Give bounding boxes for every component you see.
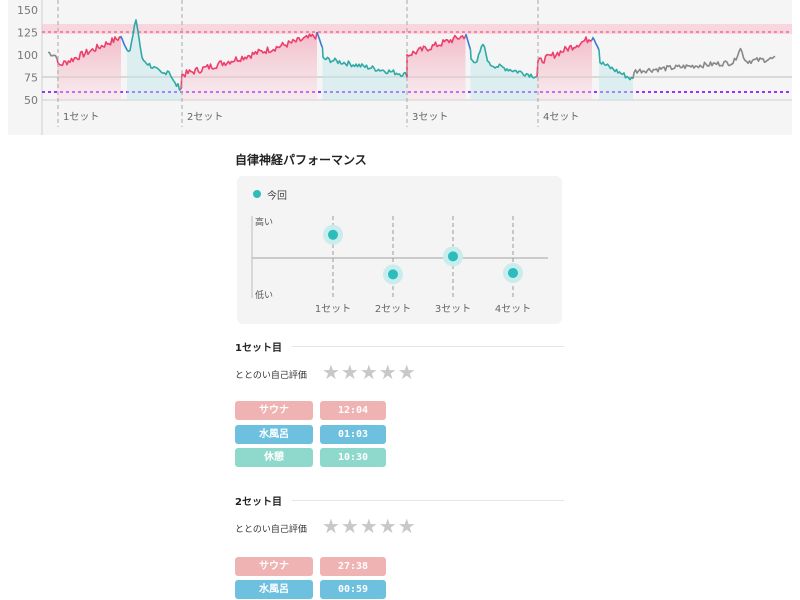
perf-x-tick-label: 1セット	[315, 303, 351, 315]
heart-rate-chart: 150 125 100 75 50 1セット 2セット 3セット 4セット	[8, 0, 792, 135]
water-trace	[120, 35, 128, 51]
set-2-star-rating[interactable]: ★★★★★	[322, 516, 417, 536]
set-2-heading: 2セット目	[235, 497, 282, 508]
set-1-sauna-time: 12:04	[320, 401, 386, 420]
perf-y-high-label: 高い	[255, 216, 273, 228]
water-trace	[464, 33, 472, 50]
set-2-water-time: 00:59	[320, 580, 386, 599]
set-1-divider	[292, 346, 564, 347]
perf-y-low-label: 低い	[255, 289, 273, 301]
performance-scatter: 高い 低い 1セット 2セット 3セット 4セット	[251, 216, 548, 315]
set-2-rating-label: ととのい自己評価	[235, 525, 307, 535]
set-2-sauna-time: 27:38	[320, 557, 386, 576]
perf-point	[448, 251, 458, 262]
set-1-sauna-label: サウナ	[235, 401, 313, 420]
after-trace	[47, 51, 58, 59]
autonomic-performance-title: 自律神経パフォーマンス	[235, 153, 367, 167]
autonomic-performance-card: 今回 高い 低い 1セット 2セット 3セット 4セット	[237, 176, 562, 324]
set-2-sauna-label: サウナ	[235, 557, 313, 576]
set-1-water-time: 01:03	[320, 425, 386, 444]
rest-area-fill	[470, 44, 537, 100]
y-tick-label: 150	[17, 4, 38, 17]
set-1-rest-label: 休憩	[235, 448, 313, 467]
set-1-water-label: 水風呂	[235, 425, 313, 444]
water-trace	[316, 31, 324, 49]
set-1-heading: 1セット目	[235, 343, 282, 354]
heart-rate-graph: 150 125 100 75 50 1セット 2セット 3セット 4セット	[17, 0, 792, 135]
set-label: 2セット	[187, 111, 223, 123]
sauna-area-fill	[57, 36, 121, 100]
set-1-star-rating[interactable]: ★★★★★	[322, 362, 417, 382]
set-2-water-label: 水風呂	[235, 580, 313, 599]
water-trace	[591, 36, 600, 51]
perf-x-tick-label: 4セット	[495, 303, 531, 315]
set-label: 4セット	[543, 111, 579, 123]
set-1-rating-label: ととのい自己評価	[235, 371, 307, 381]
perf-point	[328, 229, 338, 240]
set-2-divider	[292, 500, 564, 501]
perf-point	[508, 267, 518, 278]
after-trace	[632, 47, 776, 79]
y-tick-label: 125	[17, 27, 38, 40]
perf-x-tick-label: 3セット	[435, 303, 471, 315]
set-label: 3セット	[412, 111, 448, 123]
y-tick-label: 50	[24, 94, 38, 107]
rest-area-fill	[599, 50, 633, 100]
perf-point	[388, 269, 398, 280]
set-1-rest-time: 10:30	[320, 448, 386, 467]
y-tick-label: 75	[24, 72, 38, 85]
set-label: 1セット	[63, 111, 99, 123]
perf-x-tick-label: 2セット	[375, 303, 411, 315]
y-tick-label: 100	[17, 49, 38, 62]
